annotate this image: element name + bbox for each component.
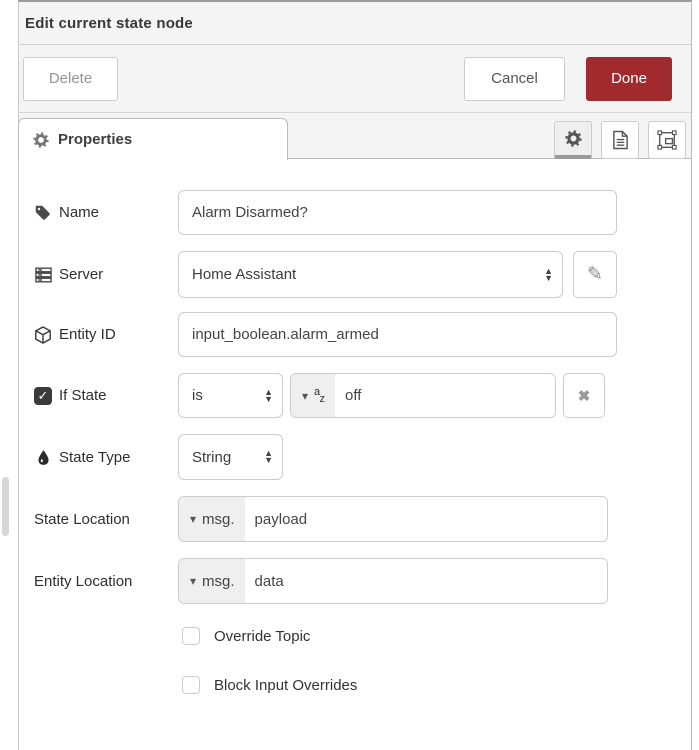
- caret-down-icon: ▾: [190, 574, 197, 588]
- state-type-label-text: State Type: [59, 448, 131, 466]
- form-row-entity-id: Entity ID: [34, 312, 691, 357]
- override-topic-checkbox[interactable]: [182, 627, 200, 645]
- state-type-value: String: [192, 448, 232, 466]
- name-input[interactable]: [178, 190, 617, 235]
- msg-prefix-label: msg.: [202, 510, 235, 528]
- page: Edit current state node Delete Cancel Do…: [0, 0, 699, 750]
- tab-properties[interactable]: Properties: [18, 118, 288, 160]
- cube-icon: [34, 325, 52, 344]
- tag-icon: [34, 205, 52, 221]
- droplet-icon: [34, 449, 52, 465]
- dialog-title: Edit current state node: [25, 14, 193, 32]
- if-state-typed-input: ▾ az: [290, 373, 556, 418]
- clear-if-state-button[interactable]: ✖: [563, 373, 605, 418]
- document-icon: [612, 130, 629, 150]
- entity-location-label-text: Entity Location: [34, 572, 133, 590]
- appearance-icon: [657, 130, 677, 150]
- form-row-block-input-overrides: Block Input Overrides: [34, 676, 691, 694]
- form-row-entity-location: Entity Location ▾ msg.: [34, 558, 691, 604]
- server-icon: [34, 266, 52, 283]
- description-tab-button[interactable]: [601, 121, 639, 159]
- server-label-text: Server: [59, 266, 104, 283]
- x-icon: ✖: [577, 387, 591, 405]
- gear-icon: [564, 130, 582, 147]
- form-row-name: Name: [34, 190, 691, 235]
- block-input-overrides-label: Block Input Overrides: [214, 676, 358, 694]
- entity-location-type-button[interactable]: ▾ msg.: [179, 559, 245, 603]
- if-state-checkbox[interactable]: ✓: [34, 386, 52, 405]
- done-button[interactable]: Done: [586, 56, 672, 101]
- if-state-type-button[interactable]: ▾ az: [291, 374, 336, 417]
- form-row-server: Server Home Assistant ▲ ▼ ✎: [34, 251, 691, 298]
- override-topic-label: Override Topic: [214, 627, 311, 645]
- form-row-if-state: ✓ If State is ▲ ▼ ▾ az off ✖: [34, 373, 691, 418]
- delete-button[interactable]: Delete: [23, 56, 118, 101]
- state-location-typed-input: ▾ msg.: [178, 496, 608, 542]
- state-type-select[interactable]: String ▲ ▼: [178, 434, 283, 480]
- caret-down-icon: ▾: [190, 512, 197, 526]
- if-state-label-text: If State: [59, 387, 107, 404]
- select-arrows-icon: ▲ ▼: [544, 265, 553, 283]
- if-state-operator-value: is: [192, 387, 203, 404]
- properties-form: Name Server: [19, 159, 691, 694]
- dialog-header: Edit current state node: [19, 2, 691, 45]
- state-location-label-text: State Location: [34, 510, 130, 528]
- caret-down-icon: ▾: [302, 388, 309, 403]
- form-row-state-location: State Location ▾ msg.: [34, 496, 691, 542]
- server-select[interactable]: Home Assistant ▲ ▼: [178, 251, 563, 298]
- server-select-value: Home Assistant: [192, 266, 297, 283]
- edit-node-dialog: Edit current state node Delete Cancel Do…: [18, 0, 692, 750]
- state-location-value-input[interactable]: [244, 497, 607, 541]
- if-state-value-input[interactable]: [335, 374, 555, 417]
- tab-properties-label: Properties: [58, 131, 133, 148]
- edit-server-button[interactable]: ✎: [573, 251, 617, 298]
- block-input-overrides-checkbox[interactable]: [182, 676, 200, 694]
- entity-location-typed-input: ▾ msg.: [178, 558, 608, 604]
- select-arrows-icon: ▲ ▼: [264, 448, 273, 465]
- tab-bar: Properties: [18, 113, 691, 160]
- pencil-icon: ✎: [587, 264, 603, 285]
- entity-id-label: Entity ID: [34, 325, 178, 344]
- check-icon: ✓: [37, 387, 49, 403]
- appearance-tab-button[interactable]: [648, 121, 686, 159]
- page-scrollbar-thumb[interactable]: [2, 477, 9, 536]
- entity-location-value-input[interactable]: [244, 559, 607, 603]
- form-row-state-type: State Type String ▲ ▼: [34, 434, 691, 480]
- string-type-icon: az: [314, 385, 326, 405]
- if-state-label: ✓ If State: [34, 386, 178, 405]
- state-location-label: State Location: [34, 511, 178, 528]
- cancel-button[interactable]: Cancel: [464, 56, 565, 101]
- state-type-label: State Type: [34, 449, 178, 466]
- select-arrows-icon: ▲ ▼: [264, 386, 273, 404]
- name-label-text: Name: [59, 204, 100, 221]
- properties-tab-button[interactable]: [554, 121, 592, 159]
- if-state-operator-select[interactable]: is ▲ ▼: [178, 373, 283, 418]
- tab-icon-buttons: [554, 121, 686, 159]
- gear-icon: [33, 131, 49, 148]
- entity-id-label-text: Entity ID: [59, 326, 116, 343]
- name-label: Name: [34, 204, 178, 221]
- form-row-override-topic: Override Topic: [34, 627, 691, 645]
- entity-id-input[interactable]: [178, 312, 617, 357]
- state-location-type-button[interactable]: ▾ msg.: [179, 497, 245, 541]
- dialog-toolbar: Delete Cancel Done: [19, 45, 691, 113]
- server-label: Server: [34, 266, 178, 283]
- entity-location-label: Entity Location: [34, 573, 178, 590]
- msg-prefix-label: msg.: [202, 572, 235, 590]
